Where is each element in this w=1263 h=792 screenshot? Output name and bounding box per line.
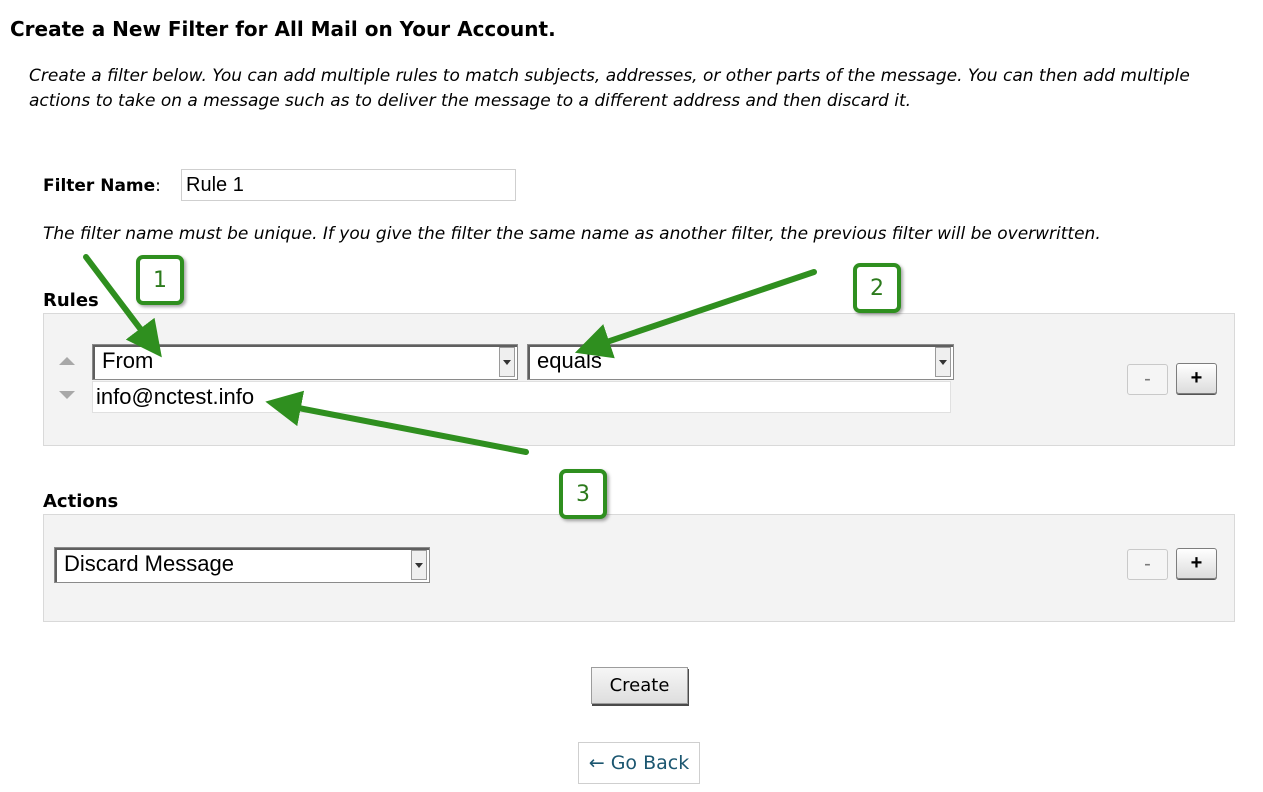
rule-part-select[interactable]: From bbox=[92, 344, 518, 380]
page-title: Create a New Filter for All Mail on Your… bbox=[10, 17, 556, 41]
action-value: Discard Message bbox=[64, 551, 234, 576]
chevron-down-icon[interactable] bbox=[411, 550, 427, 580]
remove-rule-button[interactable]: - bbox=[1127, 364, 1168, 395]
rule-operator-value: equals bbox=[537, 348, 602, 373]
add-rule-button[interactable]: + bbox=[1176, 363, 1217, 394]
filter-name-label: Filter Name: bbox=[43, 176, 161, 196]
action-select[interactable]: Discard Message bbox=[54, 547, 430, 583]
filter-name-colon: : bbox=[155, 176, 161, 196]
go-back-link[interactable]: ← Go Back bbox=[578, 742, 700, 784]
chevron-down-icon[interactable] bbox=[499, 347, 515, 377]
callout-badge-1: 1 bbox=[136, 255, 184, 305]
actions-heading: Actions bbox=[43, 491, 119, 512]
filter-name-label-text: Filter Name bbox=[43, 176, 156, 196]
chevron-down-icon[interactable] bbox=[935, 347, 951, 377]
rules-heading: Rules bbox=[43, 290, 99, 311]
filter-name-input[interactable]: Rule 1 bbox=[181, 169, 516, 201]
rule-value-input[interactable]: info@nctest.info bbox=[92, 381, 951, 413]
callout-badge-2: 2 bbox=[853, 263, 901, 313]
rule-operator-select[interactable]: equals bbox=[527, 344, 954, 380]
callout-badge-3: 3 bbox=[559, 469, 607, 519]
remove-action-button[interactable]: - bbox=[1127, 549, 1168, 580]
add-action-button[interactable]: + bbox=[1176, 548, 1217, 579]
page-intro: Create a filter below. You can add multi… bbox=[29, 66, 1190, 111]
create-button[interactable]: Create bbox=[591, 667, 688, 704]
move-rule-down-icon[interactable] bbox=[59, 391, 75, 399]
rule-part-value: From bbox=[102, 348, 154, 373]
move-rule-up-icon[interactable] bbox=[59, 357, 75, 365]
filter-name-hint: The filter name must be unique. If you g… bbox=[43, 224, 1101, 244]
